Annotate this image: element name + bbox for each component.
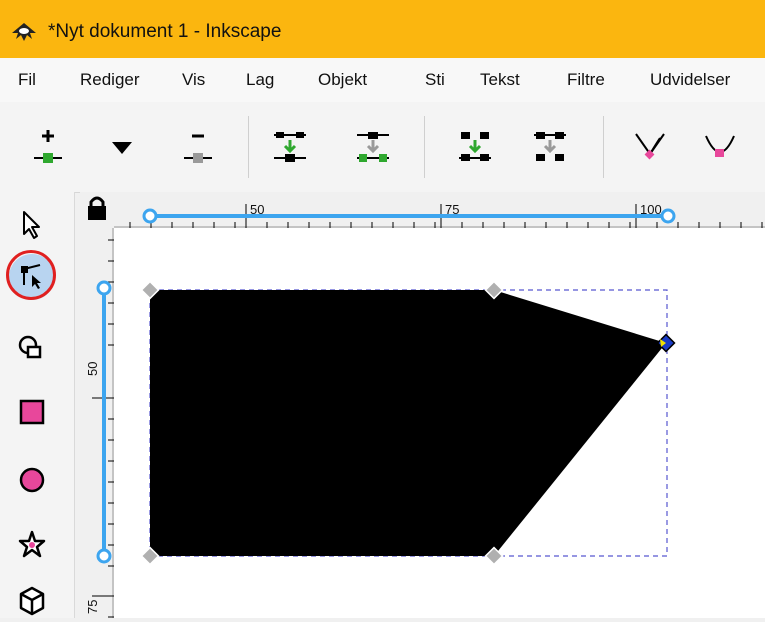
menu-lag[interactable]: Lag [246,70,274,90]
rectangle-tool-icon[interactable] [10,390,54,434]
join-nodes-icon[interactable] [270,124,310,172]
smooth-node-icon[interactable] [700,124,740,172]
selector-tool-icon[interactable] [10,202,54,246]
ruler-corner [80,192,114,228]
menu-rediger[interactable]: Rediger [80,70,140,90]
ruler-label-50-vertical: 50 [85,361,100,376]
tweak-tool-icon[interactable] [10,327,54,371]
menu-bar: Fil Rediger Vis Lag Objekt Sti Tekst Fil… [0,58,765,102]
insert-node-icon[interactable] [28,124,68,172]
lock-icon[interactable] [80,192,114,228]
inkscape-logo-icon [12,23,36,41]
ruler-label-75-vertical: 75 [85,599,100,614]
menu-vis[interactable]: Vis [182,70,205,90]
menu-sti[interactable]: Sti [425,70,445,90]
box-3d-tool-icon[interactable] [10,578,54,622]
title-bar: *Nyt dokument 1 - Inkscape [0,0,765,58]
drawing-canvas[interactable] [96,208,765,618]
path-node[interactable] [484,546,504,566]
join-segment-icon[interactable] [455,124,495,172]
menu-fil[interactable]: Fil [18,70,36,90]
window-title: *Nyt dokument 1 - Inkscape [48,21,282,42]
path-node[interactable] [484,280,504,300]
toolbar-separator [248,116,249,178]
delete-segment-icon[interactable] [530,124,570,172]
ellipse-tool-icon[interactable] [10,458,54,502]
path-node[interactable] [140,280,160,300]
menu-tekst[interactable]: Tekst [480,70,520,90]
guide-handle[interactable] [660,208,676,224]
toolbox [0,192,75,618]
menu-filtre[interactable]: Filtre [567,70,605,90]
guide-handle[interactable] [142,208,158,224]
toolbar-separator [603,116,604,178]
node-toolbar [0,102,765,193]
menu-objekt[interactable]: Objekt [318,70,367,90]
break-path-icon[interactable] [353,124,393,172]
insert-node-dropdown-icon[interactable] [102,124,142,172]
menu-udvidelser[interactable]: Udvidelser [650,70,730,90]
node-tool-icon[interactable] [10,255,54,299]
cusp-node-icon[interactable] [630,124,670,172]
guide-handle[interactable] [96,280,112,296]
guide-handle[interactable] [96,548,112,564]
path-node[interactable] [140,546,160,566]
star-tool-icon[interactable] [10,522,54,566]
toolbar-separator [424,116,425,178]
delete-node-icon[interactable] [178,124,218,172]
